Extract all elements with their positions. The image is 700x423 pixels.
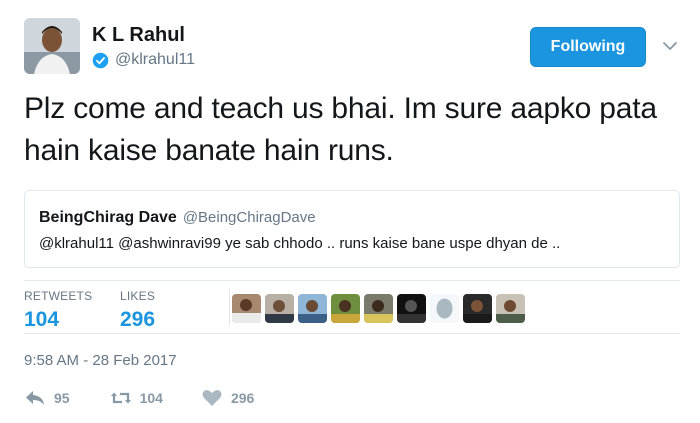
author-handle[interactable]: @klrahul11 — [115, 51, 195, 69]
retweets-label: RETWEETS — [24, 289, 93, 303]
quoted-tweet-text: @klrahul11 @ashwinravi99 ye sab chhodo .… — [39, 235, 561, 252]
likes-label: LIKES — [120, 289, 156, 303]
quoted-tweet[interactable]: BeingChirag Dave @BeingChiragDave @klrah… — [24, 190, 680, 268]
tweet-timestamp[interactable]: 9:58 AM - 28 Feb 2017 — [24, 352, 177, 369]
likes-value: 296 — [120, 308, 156, 331]
reply-count: 95 — [54, 390, 70, 406]
heart-icon — [202, 390, 222, 406]
liker-avatar[interactable] — [463, 294, 492, 323]
retweets-stat[interactable]: RETWEETS 104 — [24, 289, 92, 332]
likers-avatars — [232, 294, 525, 323]
likes-stat[interactable]: LIKES 296 — [120, 289, 155, 332]
quoted-tweet-header: BeingChirag Dave @BeingChiragDave — [39, 209, 316, 227]
like-count: 296 — [230, 390, 255, 406]
retweet-count: 104 — [139, 390, 163, 406]
tweet-actions: 95 104 296 — [24, 388, 254, 408]
liker-avatar[interactable] — [397, 294, 426, 323]
liker-avatar[interactable] — [430, 294, 459, 323]
tweet-text: Plz come and teach us bhai. Im sure aapk… — [24, 92, 657, 167]
like-button[interactable]: 296 — [201, 388, 254, 408]
quoted-author-name: BeingChirag Dave — [39, 209, 177, 226]
author-avatar[interactable] — [24, 18, 80, 74]
verified-badge-icon — [92, 52, 109, 68]
following-button[interactable]: Following — [530, 27, 646, 67]
tweet-stats: RETWEETS 104 LIKES 296 — [24, 280, 680, 334]
liker-avatar[interactable] — [331, 294, 360, 323]
retweet-icon — [110, 392, 131, 404]
reply-button[interactable]: 95 — [24, 388, 70, 408]
liker-avatar[interactable] — [232, 294, 261, 323]
liker-avatar[interactable] — [496, 294, 525, 323]
author-name[interactable]: K L Rahul — [92, 24, 185, 47]
stats-divider — [229, 289, 230, 326]
reply-icon — [26, 391, 44, 405]
liker-avatar[interactable] — [298, 294, 327, 323]
retweets-value: 104 — [24, 308, 60, 331]
chevron-down-icon[interactable] — [662, 38, 678, 54]
quoted-author-handle: @BeingChiragDave — [182, 209, 316, 226]
liker-avatar[interactable] — [364, 294, 393, 323]
author-handle-row: @klrahul11 — [92, 51, 195, 69]
liker-avatar[interactable] — [265, 294, 294, 323]
retweet-button[interactable]: 104 — [110, 388, 163, 408]
